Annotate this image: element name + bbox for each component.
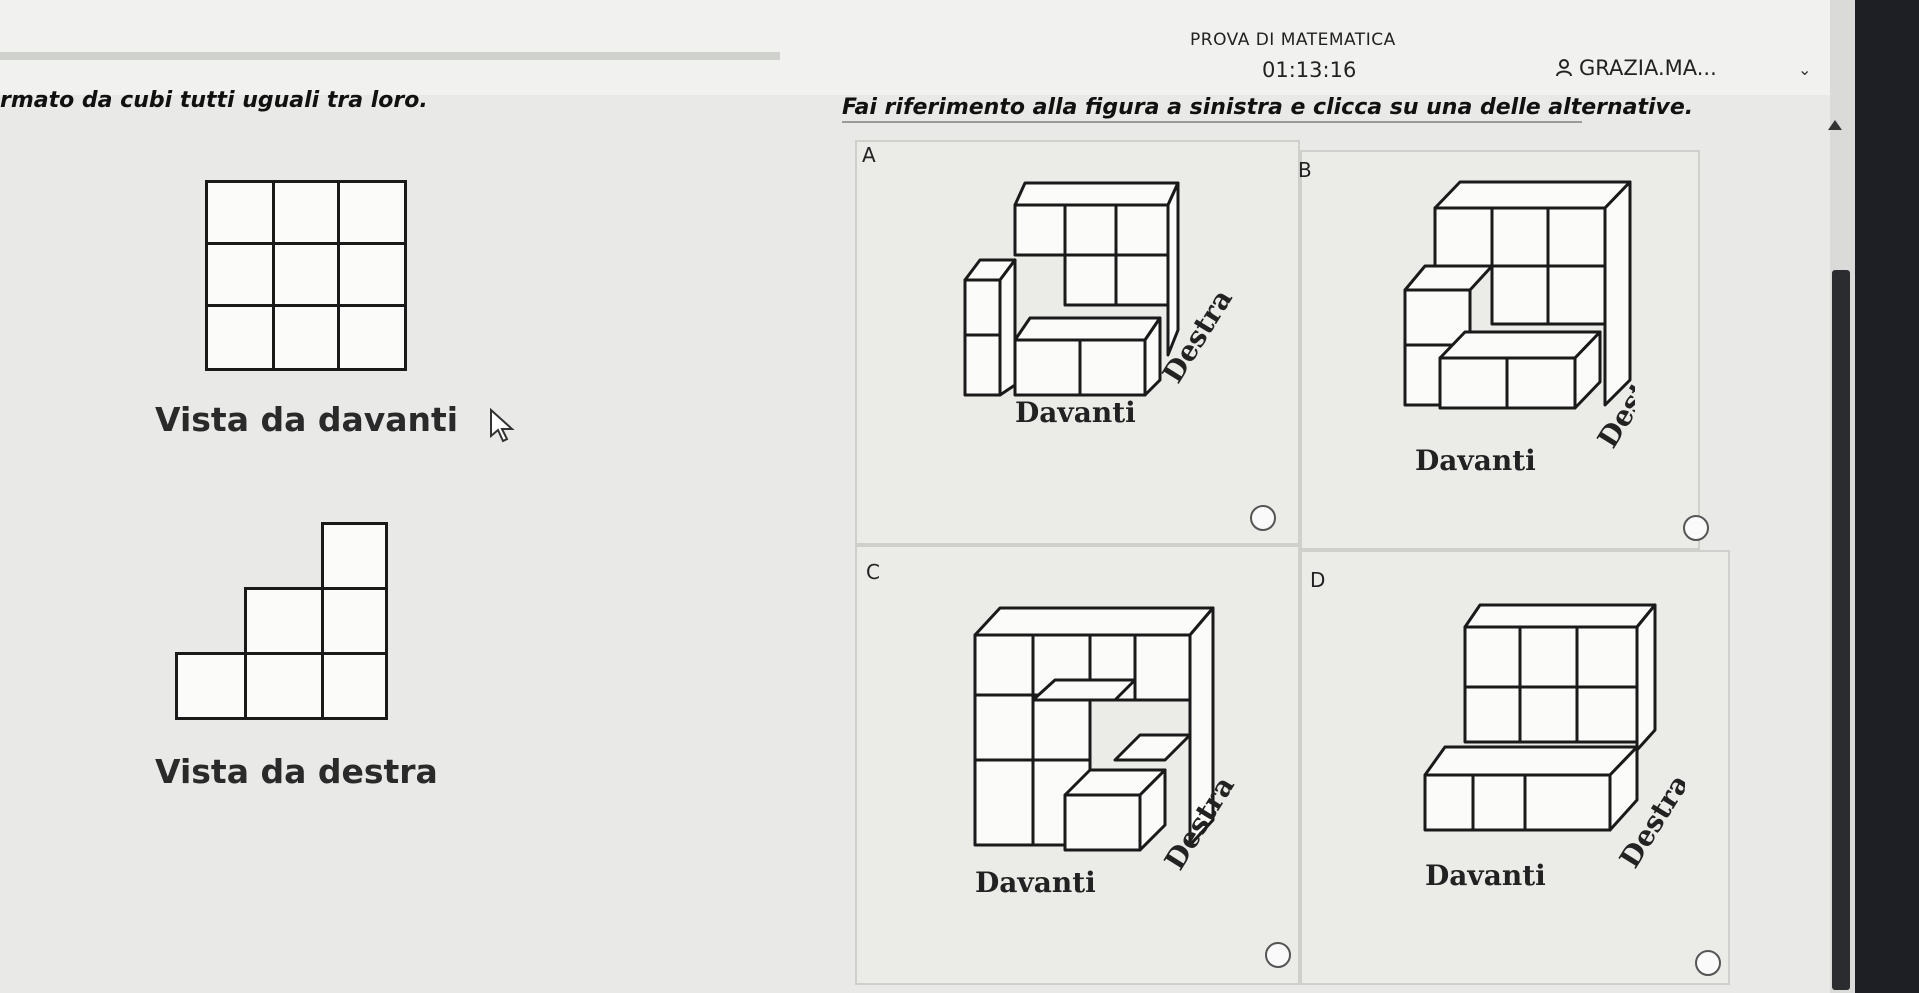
option-a-radio[interactable] [1250,505,1276,531]
front-view-label: Vista da davanti [155,400,459,439]
instruction-text: Fai riferimento alla figura a sinistra e… [842,95,1694,120]
cursor-icon [490,408,515,443]
right-view-cell [244,652,324,720]
option-b-front-label: Davanti [1415,444,1536,477]
option-a-front-label: Davanti [1015,396,1136,429]
front-view-cell [337,304,407,371]
front-view-cell [272,304,340,371]
timer: 01:13:16 [1262,58,1357,82]
option-d-figure: Davanti Destra [1423,603,1685,892]
scroll-up-icon[interactable] [1828,120,1842,130]
header-bar [0,0,1919,95]
right-view-label: Vista da destra [155,752,438,791]
scrollbar-thumb[interactable] [1832,270,1850,990]
option-b-radio[interactable] [1683,515,1709,541]
option-b-figure: Davanti Destra [1403,180,1635,477]
right-view-cell [175,652,247,720]
user-menu[interactable]: GRAZIA.MA... [1555,56,1717,80]
right-view-cell [321,652,388,720]
front-view-cell [272,180,340,245]
divider [842,121,1582,123]
user-name: GRAZIA.MA... [1579,56,1717,80]
front-view-cell [272,242,340,307]
right-view-cell [321,587,388,655]
user-icon [1556,59,1572,77]
option-c-letter: C [866,560,880,584]
right-view-cell [244,587,324,655]
option-c-figure: Davanti Destra [973,606,1241,899]
option-c-front-label: Davanti [975,866,1096,899]
question-text: rmato da cubi tutti uguali tra loro. [0,88,428,113]
exam-title: PROVA DI MATEMATICA [1190,30,1396,50]
front-view-cell [337,180,407,245]
chevron-down-icon[interactable]: ⌄ [1798,60,1811,79]
option-c-radio[interactable] [1265,942,1291,968]
right-view-cell [321,522,388,590]
option-d-letter: D [1310,568,1326,592]
front-view-cell [205,180,275,245]
blurred-text-line [0,52,780,60]
front-view-cell [205,242,275,307]
option-a-letter: A [862,143,876,167]
option-a-figure: Davanti Destra [963,181,1239,429]
screen-bezel [1855,0,1919,993]
option-d-radio[interactable] [1695,950,1721,976]
option-d-front-label: Davanti [1425,859,1546,892]
front-view-cell [337,242,407,307]
front-view-cell [205,304,275,371]
option-b-letter: B [1298,158,1312,182]
